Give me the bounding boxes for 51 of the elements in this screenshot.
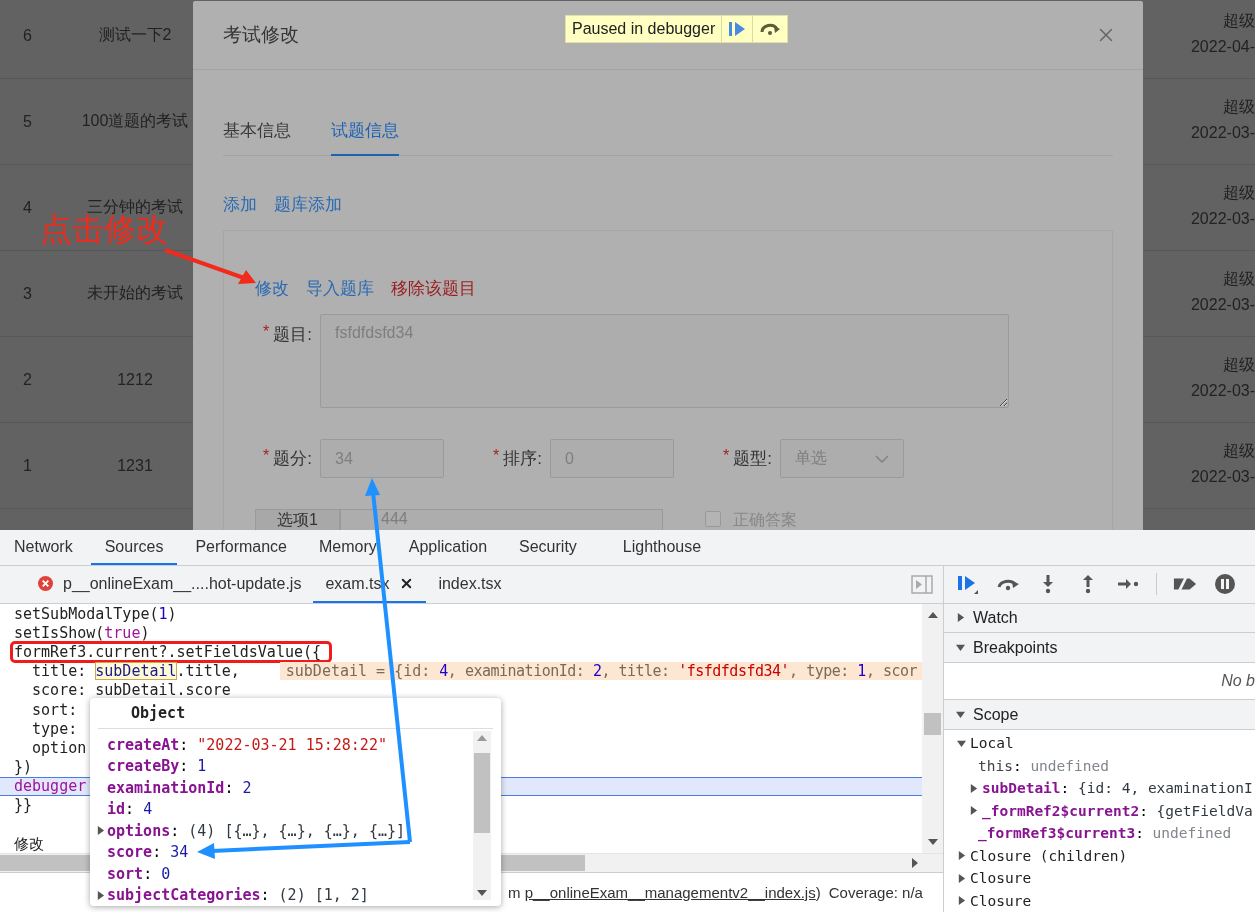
modal-title: 考试修改 bbox=[223, 23, 299, 47]
table-cell-text: 1 bbox=[22, 456, 33, 475]
table-cell-text: 2 bbox=[22, 370, 33, 389]
table-cell-text: 1231 bbox=[116, 456, 154, 475]
empty-message: No b bbox=[1221, 672, 1255, 691]
status-text: m p__onlineExam__managementv2__index.js) bbox=[508, 884, 821, 901]
table-cell-text: 1212 bbox=[116, 370, 154, 389]
table-cell-text: 三分钟的考试 bbox=[87, 197, 184, 215]
table-cell: 2022-03- bbox=[1190, 382, 1255, 400]
code-line: }) bbox=[14, 758, 33, 777]
coverage-text: Coverage: n/a bbox=[828, 884, 923, 901]
required-mark: * bbox=[263, 323, 270, 342]
table-cell: 2022-03- bbox=[1190, 124, 1255, 142]
code-line: 修改 bbox=[14, 834, 44, 853]
table-cell-text: 5 bbox=[22, 112, 33, 131]
table-cell-text: 超级 bbox=[1223, 355, 1255, 375]
table-cell-text: 超级 bbox=[1223, 11, 1255, 31]
code-line: debugger bbox=[14, 777, 87, 796]
table-cell-text: 4 bbox=[22, 198, 33, 217]
table-cell-text: 3 bbox=[22, 284, 33, 303]
code-line: setSubModalType(1) bbox=[14, 604, 177, 623]
popover-title: Object bbox=[131, 704, 186, 722]
code-line: option bbox=[31, 738, 87, 757]
option-addon: 选项1 bbox=[255, 509, 340, 530]
code-line: score: subDetail.score bbox=[31, 681, 231, 700]
table-cell: 2022-03- bbox=[1190, 210, 1255, 228]
code-line: }} bbox=[14, 796, 33, 815]
inline-value: subDetail = {id: 4, examinationId: 2, title: 'fsfdfdsfd34', type: 1, scor bbox=[279, 662, 922, 681]
code-line: title: subDetail.title, bbox=[31, 662, 240, 681]
field-label: 题分: bbox=[273, 448, 312, 470]
code-line: type: bbox=[31, 719, 78, 738]
table-cell-text: 超级 bbox=[1223, 183, 1255, 203]
table-cell-text: 6 bbox=[22, 26, 33, 45]
table-cell-text: 超级 bbox=[1223, 97, 1255, 117]
required-mark: * bbox=[723, 447, 730, 466]
code-line: setIsShow(true) bbox=[14, 623, 150, 642]
required-mark: * bbox=[263, 447, 270, 466]
table-cell: 2022-04- bbox=[1190, 38, 1255, 56]
code-line: sort: bbox=[31, 700, 78, 719]
field-label: 排序: bbox=[503, 448, 542, 470]
required-mark: * bbox=[493, 447, 500, 466]
table-cell: 2022-03- bbox=[1190, 296, 1255, 314]
table-cell-text: 超级 bbox=[1223, 441, 1255, 461]
table-cell: 2022-03- bbox=[1190, 468, 1255, 486]
table-cell-text: 100道题的考试 bbox=[80, 111, 190, 131]
banner-text: Paused in debugger bbox=[571, 19, 717, 39]
field-label: 题目: bbox=[273, 324, 312, 346]
field-label: 题型: bbox=[733, 448, 772, 470]
table-cell-text: 超级 bbox=[1223, 269, 1255, 289]
code-line: formRef3.current?.setFieldsValue({ bbox=[14, 642, 322, 661]
table-cell-text: 未开始的考试 bbox=[86, 283, 184, 303]
